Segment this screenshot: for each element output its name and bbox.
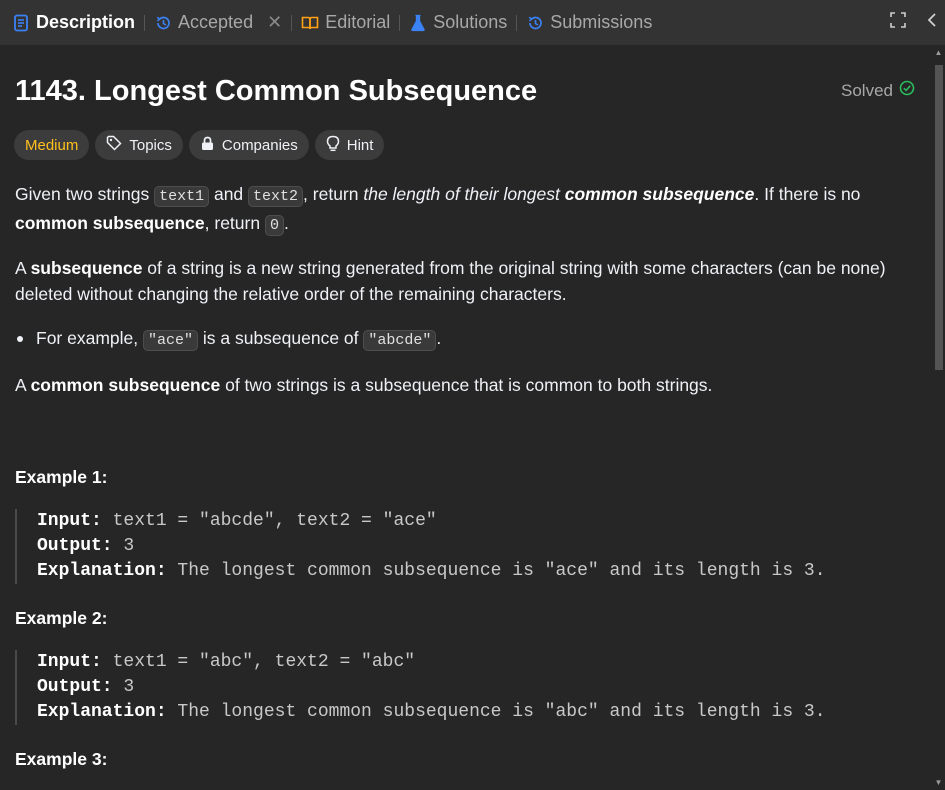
problem-description-panel: 1143. Longest Common Subsequence Solved … bbox=[0, 45, 932, 790]
text: , return bbox=[303, 184, 364, 204]
topics-label: Topics bbox=[129, 136, 172, 154]
scroll-up-arrow-icon[interactable]: ▲ bbox=[934, 48, 943, 57]
history-icon bbox=[526, 14, 544, 32]
text: . bbox=[283, 213, 289, 233]
bold-text: common subsequence bbox=[30, 375, 221, 395]
tab-solutions-label: Solutions bbox=[433, 12, 508, 32]
text: is a subsequence of bbox=[198, 328, 364, 348]
text: . bbox=[436, 328, 442, 348]
hint-label: Hint bbox=[346, 136, 374, 154]
tab-submissions[interactable]: Submissions bbox=[524, 0, 654, 45]
example-explanation-line: Explanation: The longest common subseque… bbox=[37, 700, 915, 725]
example-input-line: Input: text1 = "abc", text2 = "abc" bbox=[37, 650, 915, 675]
text: Given two strings bbox=[15, 184, 155, 204]
example-input-line: Input: text1 = "abcde", text2 = "ace" bbox=[37, 509, 915, 534]
flask-icon bbox=[409, 14, 427, 32]
input-value: text1 = "abcde", text2 = "ace" bbox=[101, 511, 437, 531]
text: and bbox=[209, 184, 249, 204]
tab-submissions-label: Submissions bbox=[550, 12, 653, 32]
tab-accepted[interactable]: Accepted ✕ bbox=[152, 0, 284, 45]
example-block: Input: text1 = "abcde", text2 = "ace" Ou… bbox=[15, 509, 915, 584]
tab-divider bbox=[516, 14, 518, 31]
explanation-value: The longest common subsequence is "abc" … bbox=[166, 702, 826, 722]
book-icon bbox=[301, 14, 319, 32]
scrollbar-thumb[interactable] bbox=[935, 65, 943, 370]
difficulty-badge: Medium bbox=[14, 130, 90, 160]
lock-icon bbox=[200, 136, 215, 155]
maximize-icon[interactable] bbox=[889, 11, 907, 34]
explanation-label: Explanation: bbox=[37, 702, 167, 722]
history-icon bbox=[154, 14, 172, 32]
lightbulb-icon bbox=[326, 135, 340, 156]
tab-actions bbox=[889, 0, 945, 45]
text: of two strings is a subsequence that is … bbox=[220, 375, 713, 395]
tab-divider bbox=[144, 14, 146, 31]
example-block: Input: text1 = "abc", text2 = "abc" Outp… bbox=[15, 650, 915, 725]
explanation-label: Explanation: bbox=[37, 561, 167, 581]
input-label: Input: bbox=[37, 511, 102, 531]
text: , return bbox=[204, 213, 265, 233]
vertical-scrollbar[interactable]: ▲ ▼ bbox=[932, 45, 945, 790]
check-circle-icon bbox=[899, 80, 915, 101]
solved-label: Solved bbox=[841, 80, 893, 100]
bold-text: common subsequence bbox=[15, 213, 205, 233]
output-label: Output: bbox=[37, 536, 113, 556]
list-item: For example, "ace" is a subsequence of "… bbox=[15, 328, 442, 351]
output-value: 3 bbox=[112, 677, 135, 697]
inline-code: text1 bbox=[154, 186, 210, 207]
example-heading: Example 3: bbox=[15, 749, 108, 769]
text: A bbox=[15, 258, 31, 278]
bullet-text: For example, "ace" is a subsequence of "… bbox=[36, 328, 442, 351]
companies-button[interactable]: Companies bbox=[188, 130, 309, 160]
description-paragraph-1: Given two strings text1 and text2, retur… bbox=[15, 181, 920, 239]
tab-divider bbox=[399, 14, 401, 31]
text: A bbox=[15, 375, 31, 395]
scroll-down-arrow-icon[interactable]: ▼ bbox=[934, 778, 943, 787]
tab-description-label: Description bbox=[36, 12, 136, 32]
inline-code: text2 bbox=[248, 186, 304, 207]
input-value: text1 = "abc", text2 = "abc" bbox=[101, 652, 416, 672]
hint-button[interactable]: Hint bbox=[314, 130, 385, 160]
companies-label: Companies bbox=[221, 136, 298, 154]
problem-tags: Medium Topics Companies Hint bbox=[14, 130, 385, 160]
bold-italic-text: common subsequence bbox=[564, 184, 755, 204]
tab-description[interactable]: Description bbox=[10, 0, 137, 45]
example-output-line: Output: 3 bbox=[37, 534, 915, 559]
solved-status: Solved bbox=[841, 80, 915, 101]
text: For example, bbox=[36, 328, 143, 348]
description-paragraph-3: A common subsequence of two strings is a… bbox=[15, 372, 920, 398]
example-output-line: Output: 3 bbox=[37, 675, 915, 700]
example-explanation-line: Explanation: The longest common subseque… bbox=[37, 559, 915, 584]
text: of a string is a new string generated fr… bbox=[15, 258, 886, 304]
title-row: 1143. Longest Common Subsequence Solved bbox=[15, 75, 915, 111]
example-heading: Example 1: bbox=[15, 467, 108, 487]
tab-editorial-label: Editorial bbox=[325, 12, 391, 32]
description-paragraph-2: A subsequence of a string is a new strin… bbox=[15, 255, 920, 307]
tab-editorial[interactable]: Editorial bbox=[299, 0, 392, 45]
problem-title: 1143. Longest Common Subsequence bbox=[15, 75, 538, 107]
topics-button[interactable]: Topics bbox=[95, 130, 183, 160]
close-icon[interactable]: ✕ bbox=[267, 12, 282, 33]
inline-code: "ace" bbox=[142, 330, 198, 351]
document-icon bbox=[12, 14, 30, 32]
input-label: Input: bbox=[37, 652, 102, 672]
inline-code: "abcde" bbox=[363, 330, 437, 351]
explanation-value: The longest common subsequence is "ace" … bbox=[166, 561, 826, 581]
text: . If there is no bbox=[754, 184, 861, 204]
output-label: Output: bbox=[37, 677, 113, 697]
collapse-panel-icon[interactable] bbox=[925, 11, 939, 34]
tab-bar: Description Accepted ✕ Editorial Solutio… bbox=[0, 0, 945, 45]
example-heading: Example 2: bbox=[15, 608, 108, 628]
tab-divider bbox=[291, 14, 293, 31]
italic-text: the length of their longest bbox=[363, 184, 565, 204]
tab-accepted-label: Accepted bbox=[178, 12, 254, 32]
tag-icon bbox=[106, 135, 122, 155]
bold-text: subsequence bbox=[30, 258, 143, 278]
bullet-dot bbox=[17, 335, 23, 342]
tab-solutions[interactable]: Solutions bbox=[407, 0, 509, 45]
difficulty-label: Medium bbox=[25, 136, 79, 154]
output-value: 3 bbox=[112, 536, 135, 556]
inline-code: 0 bbox=[264, 215, 284, 236]
